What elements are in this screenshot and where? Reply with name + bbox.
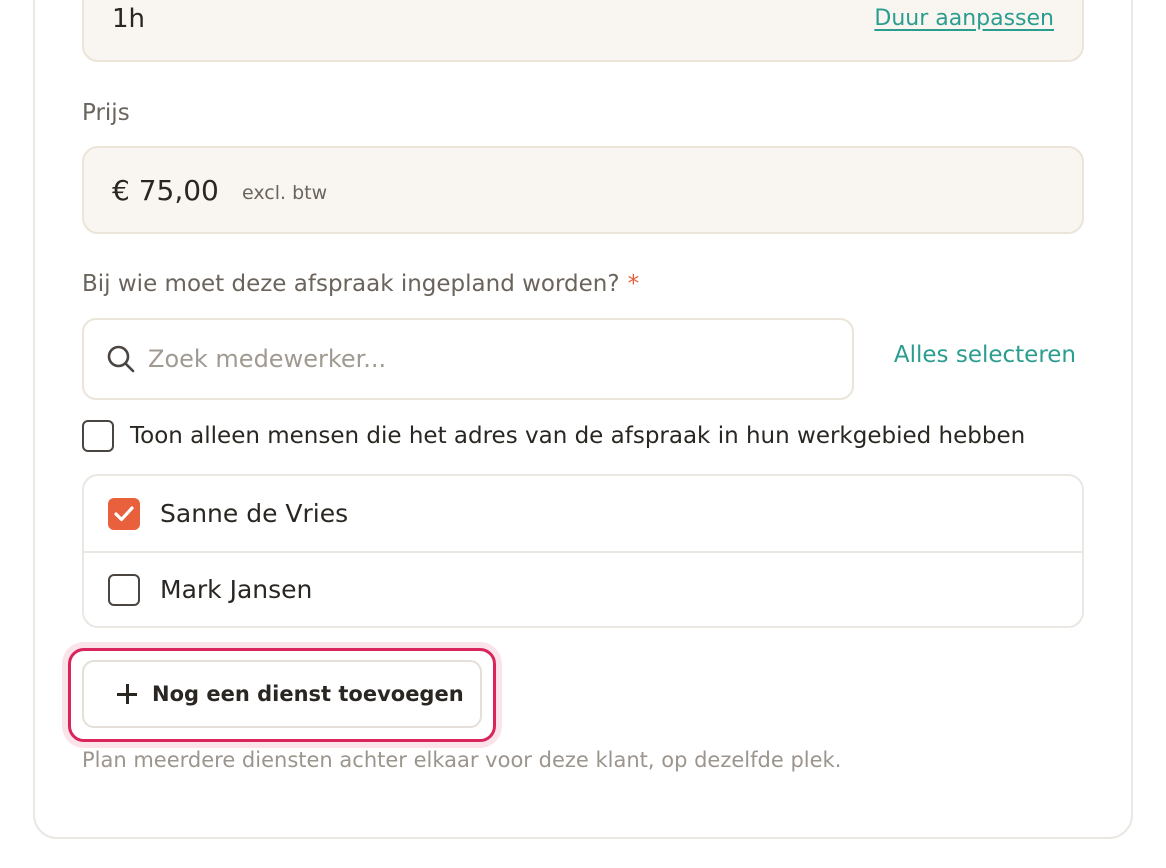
staff-checkbox[interactable]	[108, 573, 140, 606]
add-service-label: Nog een dienst toevoegen	[152, 682, 464, 706]
price-amount: € 75,00	[112, 174, 219, 207]
staff-row[interactable]: Mark Jansen	[84, 551, 1082, 626]
required-marker: *	[627, 271, 640, 297]
duration-value: 1h	[112, 4, 146, 34]
add-service-hint: Plan meerdere diensten achter elkaar voo…	[82, 748, 842, 772]
staff-list: Sanne de Vries Mark Jansen	[82, 474, 1084, 628]
price-label: Prijs	[82, 100, 130, 126]
duration-field: 1h Duur aanpassen	[82, 0, 1084, 62]
assignment-label-text: Bij wie moet deze afspraak ingepland wor…	[82, 271, 620, 297]
select-all-link[interactable]: Alles selecteren	[894, 342, 1076, 368]
plus-icon	[116, 683, 138, 705]
price-field: € 75,00 excl. btw	[82, 146, 1084, 234]
add-service-button[interactable]: Nog een dienst toevoegen	[82, 660, 482, 728]
edit-duration-link[interactable]: Duur aanpassen	[874, 6, 1054, 31]
staff-checkbox[interactable]	[108, 497, 140, 530]
staff-search-input[interactable]	[148, 336, 828, 382]
work-area-filter-label: Toon alleen mensen die het adres van de …	[130, 423, 1026, 449]
staff-search-field[interactable]	[82, 318, 854, 400]
assignment-label: Bij wie moet deze afspraak ingepland wor…	[82, 271, 639, 297]
work-area-filter-checkbox[interactable]	[82, 420, 114, 452]
work-area-filter[interactable]: Toon alleen mensen die het adres van de …	[82, 418, 1025, 454]
search-icon	[107, 345, 135, 373]
checkmark-icon	[114, 505, 134, 521]
staff-name: Mark Jansen	[160, 575, 313, 604]
staff-name: Sanne de Vries	[160, 499, 349, 528]
staff-row[interactable]: Sanne de Vries	[84, 476, 1082, 551]
price-vat-note: excl. btw	[242, 182, 328, 204]
